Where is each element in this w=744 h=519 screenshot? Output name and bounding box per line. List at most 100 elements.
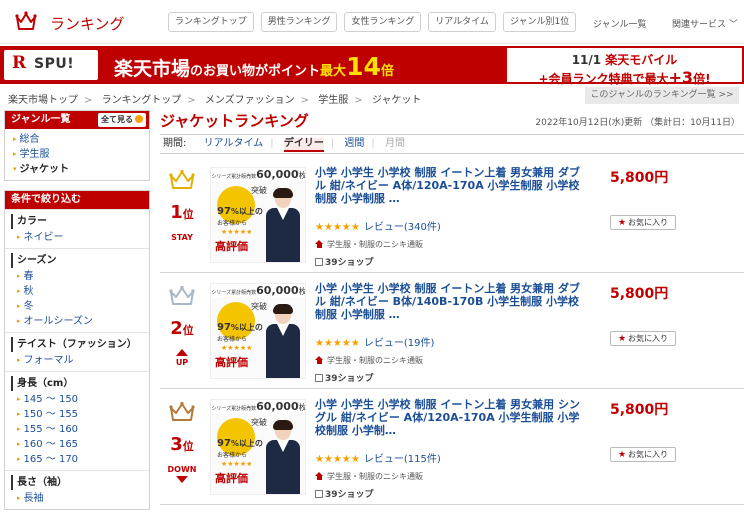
see-all-button[interactable]: 全て見る [98, 113, 146, 127]
filter-taste: テイスト（ファッション） フォーマル [5, 332, 149, 371]
genre-item-all[interactable]: 総合 [13, 132, 149, 147]
filter-option[interactable]: 160 ～ 165 [11, 437, 149, 452]
trend-up-icon [176, 349, 188, 356]
trend-down-icon [176, 476, 188, 483]
genre-ranking-list-button[interactable]: このジャンルのランキング一覧 >> [585, 87, 739, 104]
filter-option[interactable]: 145 ～ 150 [11, 392, 149, 407]
period-tabs: 期間: リアルタイム | デイリー | 週間 | 月間 [160, 134, 744, 154]
filter-color: カラー ネイビー [5, 209, 149, 248]
promo-banner[interactable]: R SPU! 楽天市場のお買い物がポイント最大14倍 11/1 楽天モバイル +… [0, 46, 744, 87]
ranking-item: 2位 UP シリーズ累計販売数60,000枚突破 97%以上の お客様から ★★★★★ 高評… [160, 273, 744, 389]
tab-daily[interactable]: デイリー [283, 138, 324, 152]
crown-icon [169, 169, 195, 189]
nav-realtime[interactable]: リアルタイム [428, 12, 496, 32]
ranking-item: 1位 STAY シリーズ累計販売数60,000枚突破 97%以上の お客様から ★★★★★… [160, 157, 744, 273]
filter-panel: 条件で絞り込む カラー ネイビー シーズン 春 秋 冬 オールシーズン テイスト… [4, 190, 150, 510]
product-image[interactable]: シリーズ累計販売数60,000枚突破 97%以上の お客様から ★★★★★ 高評価 [210, 167, 306, 263]
product-image[interactable]: シリーズ累計販売数60,000枚突破 97%以上の お客様から ★★★★★ 高評価 [210, 399, 306, 495]
filter-sleeve: 長さ（袖） 長袖 [5, 470, 149, 509]
breadcrumb-item[interactable]: 学生服 [318, 95, 348, 106]
filter-option[interactable]: 155 ～ 160 [11, 422, 149, 437]
shop-icon [315, 240, 324, 248]
breadcrumb: 楽天市場トップ > ランキングトップ > メンズファッション > 学生服 > ジャケット [8, 95, 422, 106]
favorite-button[interactable]: ★ お気に入り [610, 331, 676, 346]
filter-option[interactable]: 長袖 [11, 491, 149, 506]
page-title: ジャケットランキング [160, 112, 309, 130]
nav-genre-first[interactable]: ジャンル別1位 [502, 12, 577, 32]
mobile-promo[interactable]: 11/1 楽天モバイル +会員ランク特典で最大+3倍! [505, 46, 744, 87]
star-rating-icon: ★★★★★ [315, 338, 360, 349]
student-photo [263, 420, 303, 494]
tab-realtime[interactable]: リアルタイム [204, 138, 264, 149]
genre-item-uniform[interactable]: 学生服 [13, 147, 149, 162]
shop-count-link[interactable]: 39ショップ [325, 258, 374, 268]
product-name-link[interactable]: 小学 小学生 小学校 制服 イートン上着 男女兼用 ダブル 紺/ネイビー B体/… [315, 282, 587, 321]
genre-panel: ジャンル一覧 全て見る 総合 学生服 ジャケット [4, 110, 150, 181]
breadcrumb-item[interactable]: ランキングトップ [102, 95, 182, 106]
genre-list-link[interactable]: ジャンル一覧 [593, 17, 647, 30]
product-name-link[interactable]: 小学 小学生 小学校 制服 イートン上着 男女兼用 シングル 紺/ネイビー A体… [315, 398, 587, 437]
favorite-button[interactable]: ★ お気に入り [610, 215, 676, 230]
filter-option[interactable]: ネイビー [11, 230, 149, 245]
review-rating: ★★★★★ レビュー(340件) [315, 218, 441, 233]
product-image[interactable]: シリーズ累計販売数60,000枚突破 97%以上の お客様から ★★★★★ 高評価 [210, 283, 306, 379]
crown-logo-icon[interactable] [14, 9, 38, 33]
product-price: 5,800円 [610, 170, 669, 186]
filter-option[interactable]: フォーマル [11, 353, 149, 368]
breadcrumb-item[interactable]: メンズファッション [205, 95, 295, 106]
star-icon: ★ [617, 334, 627, 344]
nav-ranking-top[interactable]: ランキングトップ [168, 12, 254, 32]
shop-count-icon [315, 490, 323, 498]
favorite-button[interactable]: ★ お気に入り [610, 447, 676, 462]
star-icon: ★ [617, 218, 627, 228]
crown-icon [169, 401, 195, 421]
review-rating: ★★★★★ レビュー(115件) [315, 450, 441, 465]
filter-option[interactable]: 秋 [11, 284, 149, 299]
sidebar: ジャンル一覧 全て見る 総合 学生服 ジャケット 条件で絞り込む カラー ネイビ… [4, 110, 150, 519]
shop-count-link[interactable]: 39ショップ [325, 490, 374, 500]
shop-count-link[interactable]: 39ショップ [325, 374, 374, 384]
header: ランキング ランキングトップ 男性ランキング 女性ランキング リアルタイム ジャ… [0, 0, 744, 44]
nav-female-ranking[interactable]: 女性ランキング [344, 12, 422, 32]
star-rating-icon: ★★★★★ [315, 222, 360, 233]
genre-item-jacket: ジャケット [13, 162, 149, 177]
filter-option[interactable]: 150 ～ 155 [11, 407, 149, 422]
shop-icon [315, 472, 324, 480]
spu-logo: R SPU! [4, 50, 98, 80]
review-link[interactable]: レビュー(340件) [364, 222, 441, 233]
shop-link[interactable]: 学生服・制服のニシキ通販 [327, 240, 423, 249]
tab-weekly[interactable]: 週間 [344, 138, 364, 149]
related-services-menu[interactable]: 関連サービス ﹀ [672, 17, 738, 30]
filter-option[interactable]: 冬 [11, 299, 149, 314]
product-name-link[interactable]: 小学 小学生 小学校 制服 イートン上着 男女兼用 ダブル 紺/ネイビー A体/… [315, 166, 587, 205]
product-price: 5,800円 [610, 402, 669, 418]
tab-monthly: 月間 [384, 138, 405, 149]
review-link[interactable]: レビュー(115件) [364, 454, 441, 465]
shop-count-icon [315, 374, 323, 382]
updated-date: 2022年10月12日(水)更新 （集計日：10月11日） [535, 118, 740, 128]
breadcrumb-item[interactable]: 楽天市場トップ [8, 95, 78, 106]
filter-panel-title: 条件で絞り込む [5, 191, 149, 209]
breadcrumb-item[interactable]: ジャケット [372, 95, 422, 106]
filter-option[interactable]: 165 ～ 170 [11, 452, 149, 467]
filter-option[interactable]: 春 [11, 269, 149, 284]
shop-icon [315, 356, 324, 364]
shop-count-icon [315, 258, 323, 266]
rank-trend: STAY [171, 233, 193, 242]
review-link[interactable]: レビュー(19件) [364, 338, 435, 349]
review-rating: ★★★★★ レビュー(19件) [315, 334, 434, 349]
site-title[interactable]: ランキング [50, 13, 125, 34]
rakuten-r-icon: R [12, 53, 27, 73]
ranking-item: 3位 DOWN シリーズ累計販売数60,000枚突破 97%以上の お客様から ★★★★★… [160, 389, 744, 505]
filter-option[interactable]: オールシーズン [11, 314, 149, 329]
nav-male-ranking[interactable]: 男性ランキング [260, 12, 338, 32]
genre-panel-title: ジャンル一覧 [11, 114, 71, 125]
rank-trend: UP [160, 349, 204, 367]
shop-link[interactable]: 学生服・制服のニシキ通販 [327, 356, 423, 365]
shop-link[interactable]: 学生服・制服のニシキ通販 [327, 472, 423, 481]
banner-headline: 楽天市場のお買い物がポイント最大14倍 [114, 52, 394, 81]
rank-number: 3位 [170, 434, 194, 455]
header-nav: ランキングトップ 男性ランキング 女性ランキング リアルタイム ジャンル別1位 [168, 12, 577, 32]
rank-number: 2位 [170, 318, 194, 339]
filter-season: シーズン 春 秋 冬 オールシーズン [5, 248, 149, 332]
